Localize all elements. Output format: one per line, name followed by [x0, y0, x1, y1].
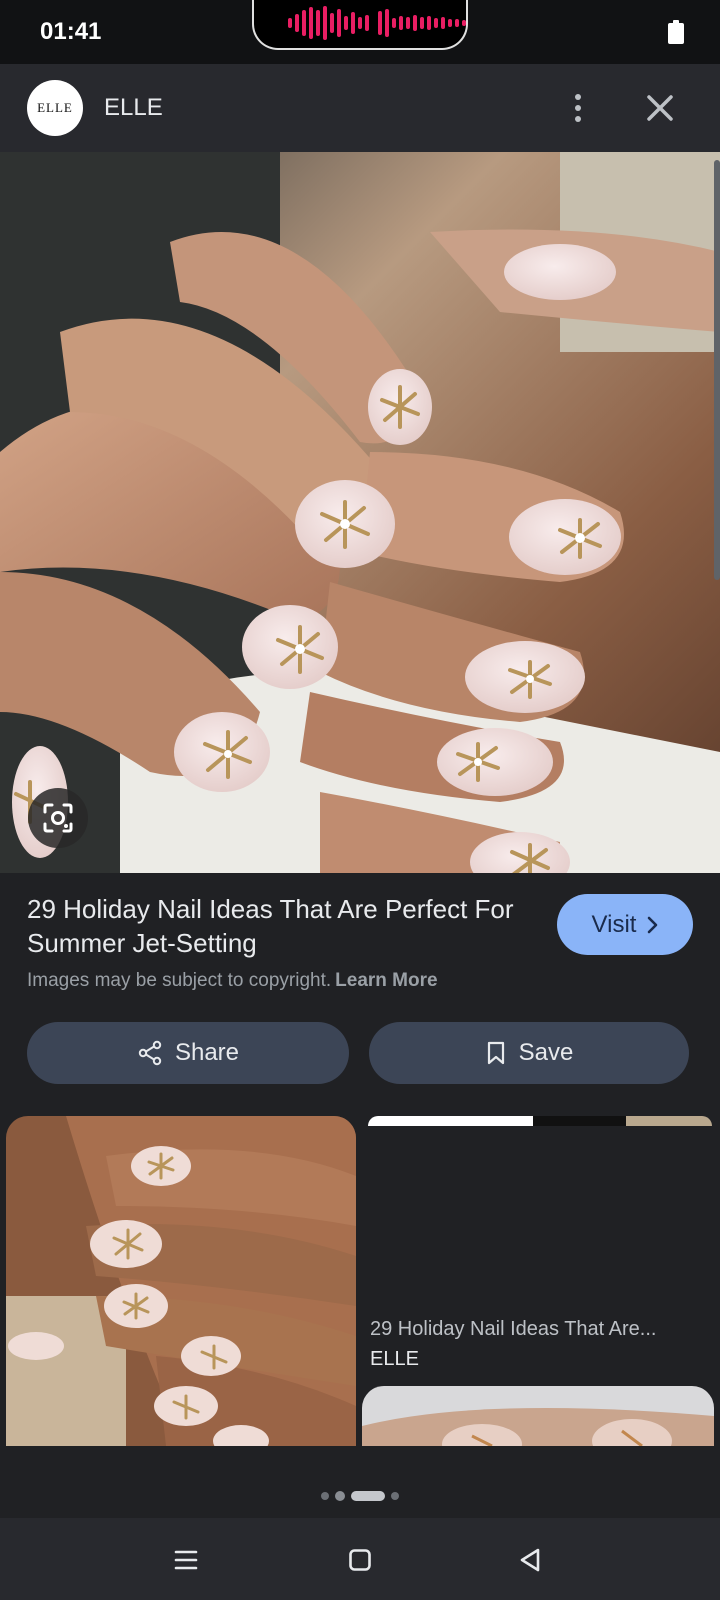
scrollbar[interactable] [714, 160, 720, 580]
visit-label: Visit [591, 910, 637, 938]
related-image[interactable] [6, 1116, 356, 1446]
page-dot [391, 1492, 399, 1500]
page-indicator [0, 1486, 720, 1506]
page-dot [335, 1491, 345, 1501]
home-icon [349, 1549, 371, 1571]
home-button[interactable] [338, 1538, 382, 1582]
status-time: 01:41 [40, 18, 102, 45]
copyright-text: Images may be subject to copyright. [27, 970, 332, 991]
share-icon [138, 1040, 162, 1066]
close-button[interactable] [640, 88, 680, 128]
source-name[interactable]: ELLE [104, 94, 163, 122]
nail-art-photo [0, 152, 720, 873]
share-label: Share [174, 1039, 240, 1066]
page-dot [321, 1492, 329, 1500]
more-options-button[interactable] [560, 88, 596, 128]
visit-button[interactable]: Visit [557, 894, 693, 955]
system-nav-bar [0, 1518, 720, 1600]
save-button[interactable]: Save [369, 1022, 689, 1084]
lens-button[interactable] [28, 788, 88, 848]
related-results: 29 Holiday Nail Ideas That Are... ELLE [0, 1116, 720, 1446]
source-header: ELLE ELLE [0, 64, 720, 152]
audio-waveform-icon [288, 6, 369, 40]
back-button[interactable] [508, 1538, 552, 1582]
more-vert-icon [575, 94, 581, 100]
related-nail-photo [6, 1116, 356, 1446]
back-icon [520, 1548, 540, 1572]
chevron-right-icon [648, 916, 658, 933]
avatar-logo-text: ELLE [37, 100, 73, 115]
menu-icon [174, 1550, 198, 1570]
battery-icon [668, 20, 684, 44]
lens-icon [43, 803, 73, 833]
related-item-title[interactable]: 29 Holiday Nail Ideas That Are... [370, 1318, 656, 1341]
recents-button[interactable] [164, 1538, 208, 1582]
related-image[interactable] [362, 1386, 714, 1446]
page-dot-active [351, 1491, 385, 1501]
share-button[interactable]: Share [27, 1022, 349, 1084]
status-bar: 01:41 [0, 0, 720, 64]
related-nail-photo [362, 1386, 714, 1446]
related-image-partial[interactable] [368, 1116, 712, 1126]
camera-notch [252, 0, 468, 50]
source-avatar[interactable]: ELLE [27, 80, 83, 136]
audio-waveform-icon [378, 6, 466, 40]
close-icon [647, 95, 673, 121]
related-item-source: ELLE [370, 1348, 419, 1370]
main-image[interactable] [0, 152, 720, 873]
bookmark-icon [487, 1041, 504, 1065]
learn-more-link[interactable]: Learn More [335, 970, 437, 991]
result-title[interactable]: 29 Holiday Nail Ideas That Are Perfect F… [27, 892, 527, 960]
save-label: Save [518, 1039, 574, 1066]
copyright-notice: Images may be subject to copyright. Learn… [27, 970, 438, 992]
